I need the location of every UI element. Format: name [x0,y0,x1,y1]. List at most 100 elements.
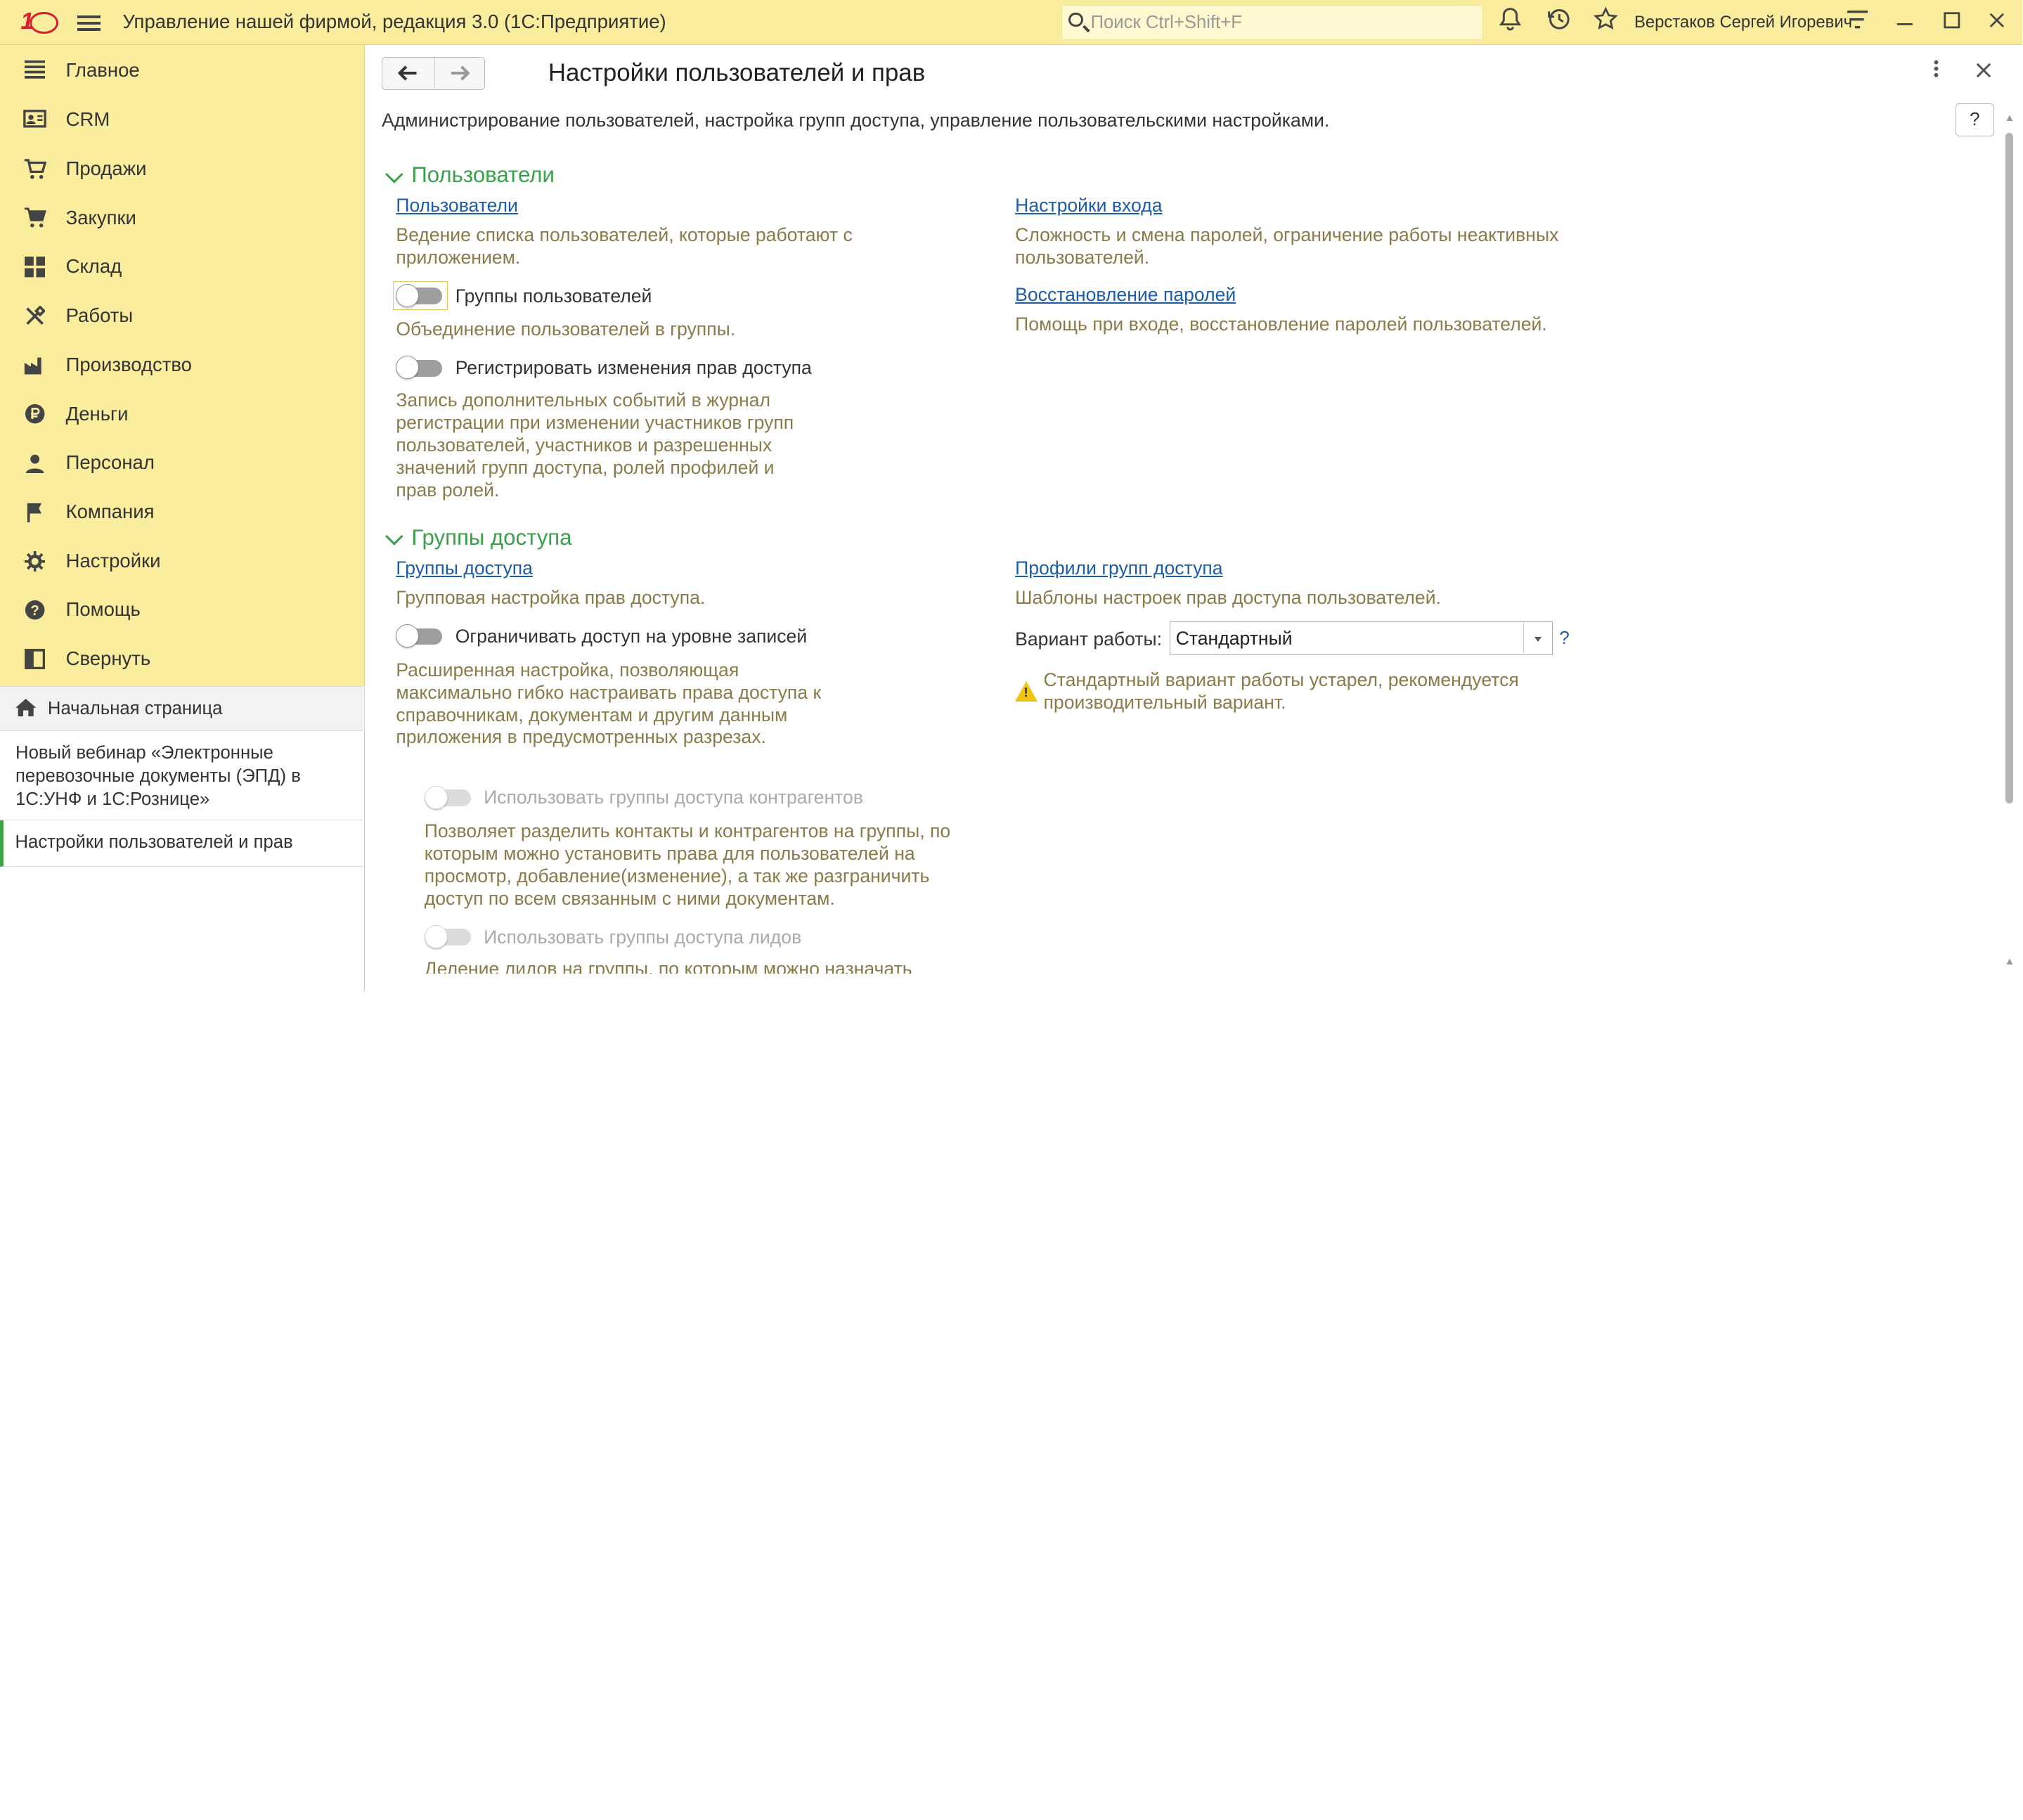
register-rights-changes-hint: Запись дополнительных событий в журнал р… [396,389,794,501]
lead-access-groups-hint: Деление лидов на группы, по которым можн… [424,958,912,974]
home-page-tab[interactable]: Начальная страница [0,686,364,732]
work-mode-warning: Стандартный вариант работы устарел, реко… [1043,669,1519,714]
access-groups-link[interactable]: Группы доступа [396,557,533,579]
sidebar-item-main[interactable]: Главное [0,46,365,96]
maximize-icon[interactable] [1936,6,1967,37]
home-page-label: Начальная страница [47,698,223,718]
more-actions-icon[interactable] [1932,58,1940,85]
tools-icon [23,305,46,326]
work-mode-select[interactable]: Стандартный [1170,621,1553,656]
ruble-icon [23,404,46,424]
sidebar-item-company[interactable]: Компания [0,488,365,537]
password-recovery-hint: Помощь при входе, восстановление паролей… [1015,313,1547,335]
user-name[interactable]: Верстаков Сергей Игоревич [1634,13,1852,32]
work-mode-help-link[interactable]: ? [1560,628,1570,649]
person-icon [23,453,46,474]
search-input[interactable]: Поиск Ctrl+Shift+F [1061,5,1484,40]
collapse-icon [23,648,46,670]
sidebar-item-warehouse[interactable]: Склад [0,243,365,292]
sections-sidebar: Главное CRM Продажи Закупки Склад Работы… [0,45,366,687]
sidebar-item-production[interactable]: Производство [0,340,365,389]
star-icon[interactable] [1591,6,1622,37]
sidebar-item-label: Настройки [65,549,161,572]
gear-icon [23,550,46,572]
sidebar-item-crm[interactable]: CRM [0,96,365,145]
register-rights-changes-toggle[interactable] [396,356,445,380]
window-close-icon[interactable] [1982,6,2012,37]
sidebar-item-label: Персонал [65,451,155,474]
help-icon: ? [23,600,46,620]
scrollbar-thumb[interactable] [2005,132,2014,804]
main-content: Настройки пользователей и прав Администр… [365,45,2023,993]
sidebar-item-label: Помощь [65,598,141,621]
section-users-title[interactable]: Пользователи [411,162,555,188]
sidebar-item-label: Главное [65,59,140,82]
sidebar-item-sales[interactable]: Продажи [0,145,365,194]
forward-button[interactable] [434,57,486,89]
sidebar-item-works[interactable]: Работы [0,292,365,341]
users-link[interactable]: Пользователи [396,195,518,217]
sidebar-item-label: Деньги [65,402,129,425]
section-access-groups-title[interactable]: Группы доступа [411,525,571,550]
register-rights-changes-label: Регистрировать изменения прав доступа [455,357,812,379]
flag-icon [23,502,46,523]
chevron-down-icon[interactable] [1523,622,1552,654]
contractor-access-groups-toggle[interactable] [424,785,474,809]
purchase-cart-icon [23,207,46,228]
scroll-up-icon[interactable]: ▲ [2005,112,2015,124]
access-group-profiles-hint: Шаблоны настроек прав доступа пользовате… [1015,586,1441,608]
open-window-label: Настройки пользователей и прав [15,832,293,852]
minimize-icon[interactable] [1889,6,1920,37]
work-mode-value: Стандартный [1175,627,1293,649]
contact-card-icon [23,110,46,130]
sidebar-item-label: Работы [65,304,134,327]
sidebar-item-label: Склад [65,255,122,278]
access-groups-hint: Групповая настройка прав доступа. [396,586,706,608]
search-placeholder: Поиск Ctrl+Shift+F [1090,12,1242,32]
sidebar-item-settings[interactable]: Настройки [0,536,365,586]
sidebar-item-label: Производство [65,353,192,375]
open-windows-panel: Начальная страница Новый вебинар «Электр… [0,686,366,993]
record-level-access-toggle[interactable] [396,624,445,648]
sidebar-item-staff[interactable]: Персонал [0,439,365,488]
vertical-scrollbar[interactable]: ▲ ▲ [2003,110,2016,974]
filter-settings-icon[interactable] [1842,6,1873,37]
back-button[interactable] [382,58,433,89]
warning-icon: ! [1015,681,1038,702]
work-mode-label: Вариант работы: [1015,628,1163,650]
history-icon[interactable] [1544,6,1575,37]
main-menu-icon[interactable] [77,12,101,32]
bell-icon[interactable] [1495,6,1526,37]
user-groups-label: Группы пользователей [455,285,652,306]
factory-icon [23,355,46,375]
password-recovery-link[interactable]: Восстановление паролей [1015,284,1236,306]
sidebar-item-money[interactable]: Деньги [0,389,365,439]
chevron-down-icon[interactable] [385,527,403,546]
app-title: Управление нашей фирмой, редакция 3.0 (1… [122,10,666,32]
help-button[interactable]: ? [1955,103,1994,137]
history-nav [382,56,486,91]
svg-text:?: ? [30,603,39,619]
sidebar-item-collapse[interactable]: Свернуть [0,635,365,684]
sidebar-item-purchases[interactable]: Закупки [0,193,365,243]
chevron-down-icon[interactable] [385,164,403,183]
open-window-webinar[interactable]: Новый вебинар «Электронные перевозочные … [0,731,364,821]
scroll-down-icon[interactable]: ▲ [2005,956,2015,967]
open-window-user-settings[interactable]: Настройки пользователей и прав [0,820,364,867]
access-group-profiles-link[interactable]: Профили групп доступа [1015,557,1222,579]
record-level-access-label: Ограничивать доступ на уровне записей [455,625,808,647]
1c-logo: 1 [18,8,65,37]
home-icon [15,698,37,722]
lead-access-groups-toggle[interactable] [424,924,474,948]
sidebar-item-help[interactable]: ? Помощь [0,586,365,635]
close-form-icon[interactable] [1976,58,1991,84]
open-window-label: Новый вебинар «Электронные перевозочные … [15,743,301,810]
login-settings-link[interactable]: Настройки входа [1015,195,1162,217]
sidebar-item-label: Продажи [65,157,147,179]
contractor-access-groups-hint: Позволяет разделить контакты и контраген… [424,820,951,909]
sidebar-item-label: CRM [65,108,110,131]
cart-icon [23,158,47,179]
login-settings-hint: Сложность и смена паролей, ограничение р… [1015,224,1559,269]
user-groups-toggle[interactable] [392,280,448,311]
search-icon [1068,12,1083,27]
